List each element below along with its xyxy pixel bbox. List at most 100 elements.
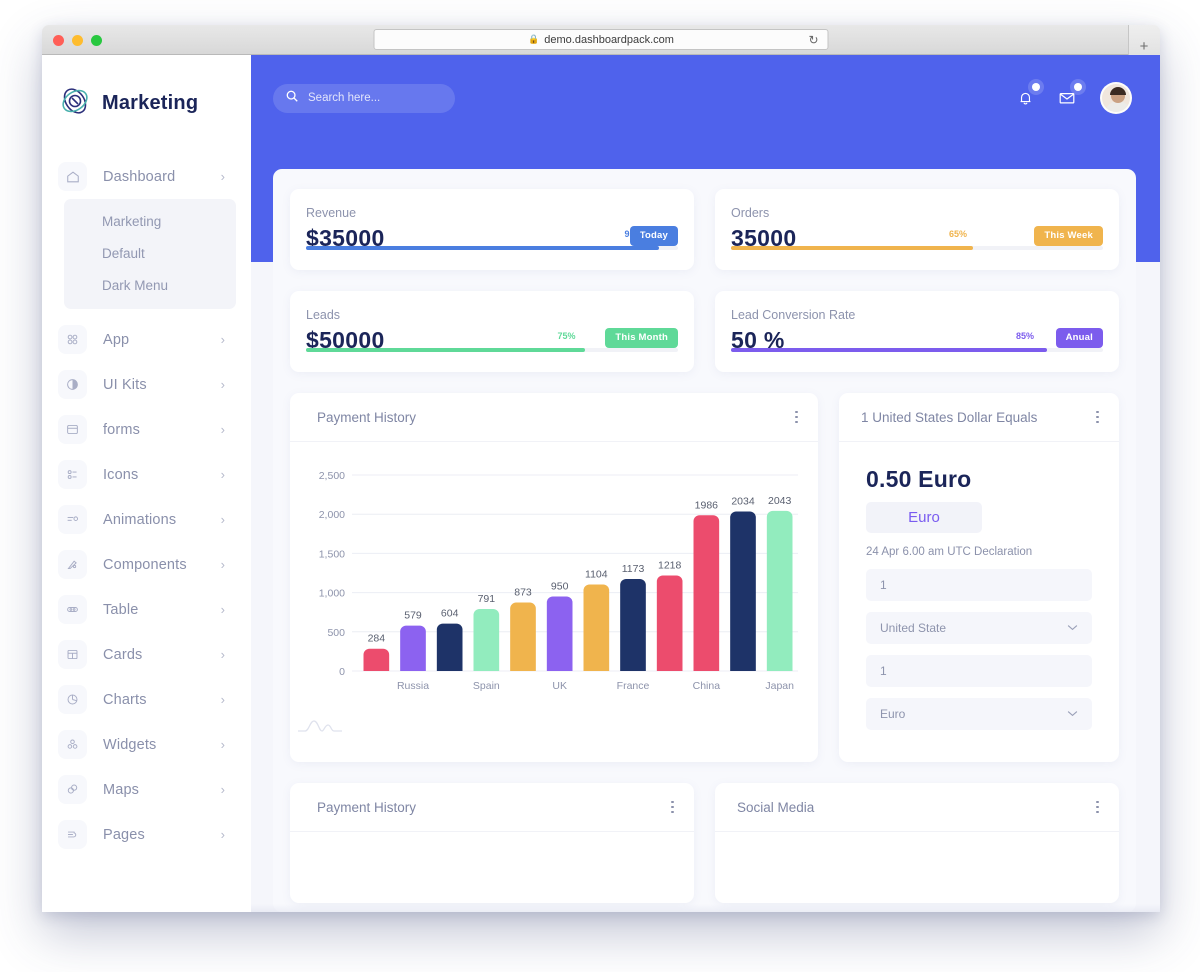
browser-titlebar: 🔒 demo.dashboardpack.com ↻ + [42,25,1160,55]
kebab-menu-icon[interactable] [1096,800,1099,814]
chevron-right-icon: › [220,169,225,184]
chevron-right-icon: › [220,647,225,662]
stat-badge-anual[interactable]: Anual [1055,328,1103,348]
social-media-card: Social Media [715,783,1119,903]
sparkline-decoration-icon [297,717,343,740]
sidebar-item-icons[interactable]: Icons › [42,452,251,497]
sidebar-item-animations[interactable]: Animations › [42,497,251,542]
bell-icon[interactable] [1014,83,1040,109]
sidebar-item-components[interactable]: Components › [42,542,251,587]
chevron-right-icon: › [220,512,225,527]
x-axis-tick-label: Russia [397,680,429,692]
currency-card-header: 1 United States Dollar Equals [839,393,1119,442]
stat-percent: 75% [557,331,576,341]
chevron-right-icon: › [220,422,225,437]
sidebar-item-label: Table [103,601,139,618]
home-icon [58,162,87,191]
chevron-right-icon: › [220,692,225,707]
address-bar[interactable]: 🔒 demo.dashboardpack.com ↻ [373,29,829,50]
minimize-window-button[interactable] [72,35,83,46]
chevron-right-icon: › [220,557,225,572]
card-title: Payment History [317,799,417,815]
sidebar-item-charts[interactable]: Charts › [42,677,251,722]
kebab-menu-icon[interactable] [671,800,674,814]
amount-to-input[interactable]: 1 [866,655,1092,687]
search-placeholder: Search here... [308,92,381,104]
bar-value-label: 873 [514,587,532,599]
brand-logo-area[interactable]: Marketing [42,55,251,122]
sidebar-item-ui-kits[interactable]: UI Kits › [42,362,251,407]
stat-percent: 95% [624,229,643,239]
sidebar-item-maps[interactable]: Maps › [42,767,251,812]
declaration-note: 24 Apr 6.00 am UTC Declaration [866,546,1033,558]
stat-label: Leads [306,308,341,322]
window-controls [53,35,102,46]
bar-value-label: 1986 [695,499,719,511]
country-from-select[interactable]: United State [866,612,1092,644]
bar [546,596,573,671]
bar [583,584,610,671]
close-window-button[interactable] [53,35,64,46]
sidebar-item-app[interactable]: App › [42,317,251,362]
currency-converter-card: 1 United States Dollar Equals 0.50 Euro … [839,393,1119,762]
sidebar-item-forms[interactable]: forms › [42,407,251,452]
x-axis-tick-label: Spain [473,680,500,692]
bar-chart-svg: 0 500 1,000 1,500 2,000 2,500 284 579 Russia 604 7… [319,470,798,692]
motion-icon [58,505,87,534]
sidebar-item-label: forms [103,421,140,438]
bar [400,625,426,671]
bar-value-label: 2043 [768,495,792,507]
sidebar-item-dashboard[interactable]: Dashboard › [42,154,251,199]
stat-badge-this-week[interactable]: This Week [1034,226,1103,246]
payment-history-chart-card: Payment History 0 500 1,000 1,500 2,000 2,500… [290,393,818,762]
stats-row-2: Leads $50000 This Month 75% Lead Convers… [290,291,1119,372]
new-tab-button[interactable]: + [1133,35,1155,57]
chevron-down-icon [1067,708,1078,720]
progress-fill [306,246,660,250]
country-to-value: Euro [880,707,906,721]
sidebar-subitem-default[interactable]: Default [64,237,236,269]
x-axis-tick-label: Japan [765,680,794,692]
search-input[interactable]: Search here... [273,83,455,113]
chevron-right-icon: › [220,332,225,347]
bar [620,579,646,671]
dashboard-sheet: Revenue $35000 Today 95% Orders 35000 Th… [273,169,1136,912]
sidebar-subitem-marketing[interactable]: Marketing [64,205,236,237]
sidebar-item-table[interactable]: Table › [42,587,251,632]
stat-card-orders: Orders 35000 This Week 65% [715,189,1119,270]
sidebar-item-widgets[interactable]: Widgets › [42,722,251,767]
user-avatar[interactable] [1100,82,1132,114]
amount-from-input[interactable]: 1 [866,569,1092,601]
bar-value-label: 1104 [585,568,608,580]
bar [693,515,720,671]
browser-window: 🔒 demo.dashboardpack.com ↻ + Marketing D… [42,25,1160,912]
currency-card-body: 0.50 Euro Euro 24 Apr 6.00 am UTC Declar… [839,442,1119,730]
x-axis-tick-label: UK [552,680,567,692]
sidebar-subitem-dark-menu[interactable]: Dark Menu [64,269,236,301]
card-title: 1 United States Dollar Equals [861,409,1038,425]
sidebar-item-cards[interactable]: Cards › [42,632,251,677]
cards-icon [58,640,87,669]
bar [363,648,390,671]
country-to-select[interactable]: Euro [866,698,1092,730]
envelope-icon[interactable] [1056,83,1082,109]
kebab-menu-icon[interactable] [1096,410,1099,424]
sidebar-item-pages[interactable]: Pages › [42,812,251,857]
card-title: Social Media [737,799,815,815]
sidebar: Marketing Dashboard › Marketing Default … [42,55,251,912]
bar-value-label: 1218 [658,560,682,572]
currency-chip: Euro [866,502,982,533]
progress-fill [731,246,973,250]
reload-icon[interactable]: ↻ [808,34,818,46]
stat-badge-this-month[interactable]: This Month [605,328,678,348]
sidebar-item-label: Maps [103,781,140,798]
bar-value-label: 579 [404,610,422,622]
lock-icon: 🔒 [528,34,540,44]
topbar-actions [1014,82,1132,114]
sidebar-item-label: Dashboard [103,168,176,185]
brush-icon [58,550,87,579]
kebab-menu-icon[interactable] [795,410,798,424]
maximize-window-button[interactable] [91,35,102,46]
stat-label: Lead Conversion Rate [731,308,856,322]
x-axis-tick-label: France [617,680,650,692]
